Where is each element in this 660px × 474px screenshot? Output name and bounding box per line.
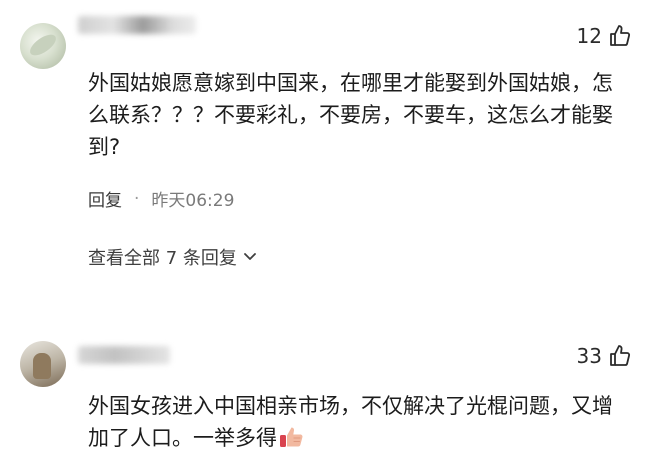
thumbs-up-emoji-icon bbox=[279, 425, 305, 449]
comment-text-container: 外国女孩进入中国相亲市场，不仅解决了光棍问题，又增加了人口。一举多得 bbox=[88, 390, 633, 454]
comment-text: 外国姑娘愿意嫁到中国来，在哪里才能娶到外国姑娘，怎么联系？？？不要彩礼，不要房，… bbox=[88, 71, 613, 159]
reply-button[interactable]: 回复 bbox=[88, 186, 122, 211]
view-replies-label: 查看全部 7 条回复 bbox=[88, 248, 237, 269]
like-button[interactable]: 12 bbox=[577, 24, 632, 48]
comment-meta: 回复 · 昨天06:29 bbox=[88, 186, 235, 212]
timestamp: 昨天06:29 bbox=[151, 191, 235, 211]
avatar-image bbox=[26, 30, 60, 60]
avatar[interactable] bbox=[20, 341, 66, 387]
like-count: 12 bbox=[576, 24, 602, 48]
username-blurred[interactable] bbox=[78, 346, 170, 364]
separator-dot: · bbox=[134, 188, 140, 209]
like-button[interactable]: 33 bbox=[577, 344, 632, 368]
comment-text: 外国女孩进入中国相亲市场，不仅解决了光棍问题，又增加了人口。一举多得 bbox=[88, 394, 613, 450]
chevron-down-icon bbox=[243, 252, 257, 262]
view-all-replies-link[interactable]: 查看全部 7 条回复 bbox=[88, 244, 257, 270]
thumbs-up-icon[interactable] bbox=[608, 344, 632, 368]
username-blurred[interactable] bbox=[78, 16, 196, 34]
like-count: 33 bbox=[576, 344, 602, 368]
avatar[interactable] bbox=[20, 23, 66, 69]
thumbs-up-icon[interactable] bbox=[608, 24, 632, 48]
avatar-image bbox=[33, 353, 51, 379]
